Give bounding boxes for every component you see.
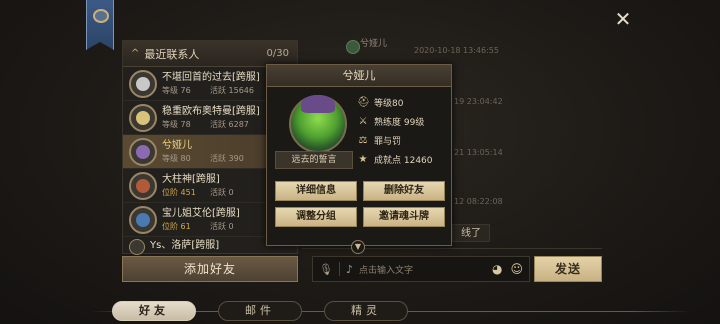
chat-input-placeholder[interactable]: 点击输入文字 xyxy=(359,263,413,276)
chat-timestamp: 21 13:05:14 xyxy=(454,148,503,157)
recent-contacts-title: 最近联系人 xyxy=(144,47,200,61)
contact-activity: 活跃 390 xyxy=(210,153,244,163)
star-icon: ★ xyxy=(358,153,368,165)
emoji-icon[interactable]: ☺ xyxy=(510,262,523,276)
avatar xyxy=(129,69,157,98)
contacts-count: 0/30 xyxy=(266,48,289,59)
avatar xyxy=(129,137,157,166)
contact-name: 不堪回首的过去[跨服] xyxy=(162,71,260,83)
sticker-icon[interactable]: ◕ xyxy=(492,262,502,276)
collapse-caret-icon: ^ xyxy=(131,48,140,59)
avatar xyxy=(129,103,157,132)
voice-icon[interactable]: ♪ xyxy=(346,263,353,276)
contact-activity: 活跃 0 xyxy=(210,187,234,197)
stat-level: ⛑ 等级80 xyxy=(357,96,404,110)
send-button[interactable]: 发送 xyxy=(534,256,602,282)
adjust-group-button[interactable]: 调整分组 xyxy=(275,207,357,227)
helmet-icon: ⛑ xyxy=(357,96,370,108)
chat-input-bar[interactable]: 🎙 ♪ 点击输入文字 ◕ ☺ xyxy=(312,256,530,282)
chat-sender-name: 兮娅儿 xyxy=(360,39,388,49)
contact-rank: 位阶 451 xyxy=(162,187,196,197)
sender-avatar xyxy=(346,40,360,54)
contact-activity: 活跃 6287 xyxy=(210,119,249,129)
microphone-icon[interactable]: 🎙 xyxy=(319,263,333,276)
tab-spirit[interactable]: 精灵 xyxy=(324,301,408,321)
avatar xyxy=(129,171,157,200)
player-profile-popup: 兮娅儿 远去的誓言 ⛑ 等级80 ⚔ 熟练度 99级 ⚖ 罪与罚 ★ 成就点 12460… xyxy=(266,64,452,246)
player-stats: ⛑ 等级80 ⚔ 熟练度 99级 ⚖ 罪与罚 ★ 成就点 12460 xyxy=(357,93,433,169)
emblem-icon xyxy=(93,9,109,23)
contact-name: 兮娅儿 xyxy=(162,139,192,151)
avatar xyxy=(129,239,145,255)
details-button[interactable]: 详细信息 xyxy=(275,181,357,201)
stat-achievement: ★ 成就点 12460 xyxy=(358,153,433,167)
chat-timestamp: 2020-10-18 13:46:55 xyxy=(414,46,499,55)
contact-activity: 活跃 0 xyxy=(210,221,234,231)
add-friend-button[interactable]: 添加好友 xyxy=(122,256,298,282)
contact-level: 等级 76 xyxy=(162,85,191,95)
contact-activity: 活跃 15646 xyxy=(210,85,254,95)
contact-name: 大柱神[跨服] xyxy=(162,173,220,185)
delete-friend-button[interactable]: 删除好友 xyxy=(363,181,445,201)
player-avatar xyxy=(289,95,347,153)
tab-friends[interactable]: 好友 xyxy=(112,301,196,321)
avatar xyxy=(129,205,157,234)
contact-name: Ys、洛萨[跨服] xyxy=(150,240,220,251)
chat-timestamp: 12 08:22:08 xyxy=(454,197,503,206)
close-button[interactable]: ✕ xyxy=(612,8,634,30)
contact-level: 等级 80 xyxy=(162,153,191,163)
popup-player-name: 兮娅儿 xyxy=(267,65,451,87)
contact-level: 等级 78 xyxy=(162,119,191,129)
divider xyxy=(338,262,340,276)
chat-timestamp: 19 23:04:42 xyxy=(454,97,503,106)
stat-title: ⚖ 罪与罚 xyxy=(358,134,402,148)
invite-duel-button[interactable]: 邀请魂斗牌 xyxy=(363,207,445,227)
scales-icon: ⚖ xyxy=(358,134,368,146)
tab-mail[interactable]: 邮件 xyxy=(218,301,302,321)
contact-name: 宝儿姐艾伦[跨服] xyxy=(162,207,240,219)
divider xyxy=(302,248,602,249)
stat-proficiency: ⚔ 熟练度 99级 xyxy=(358,115,425,129)
chat-message: 线了 xyxy=(452,224,490,242)
contact-name: 稳重欧布奥特曼[跨服] xyxy=(162,105,260,117)
chevron-down-icon[interactable]: ▼ xyxy=(351,240,365,254)
player-motto: 远去的誓言 xyxy=(275,151,353,169)
contact-rank: 位阶 61 xyxy=(162,221,191,231)
sword-icon: ⚔ xyxy=(358,115,368,127)
